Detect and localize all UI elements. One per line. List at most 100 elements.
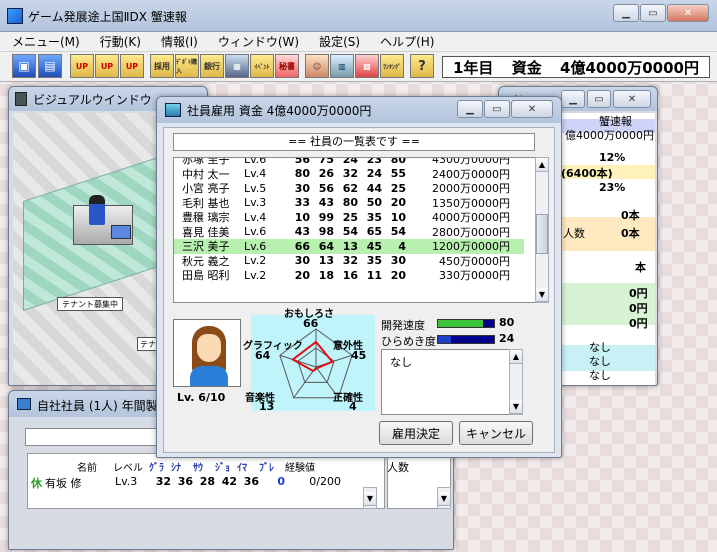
candidate-level-cell: Lv.6 <box>244 239 267 253</box>
toolbar-hire-icon[interactable]: 採用 <box>150 54 174 78</box>
right-info-count3: 本 <box>635 261 646 274</box>
hire-scroll-thumb[interactable] <box>536 214 548 254</box>
candidate-stat-d: 44 <box>366 181 382 195</box>
toolbar-help-icon[interactable]: ? <box>410 54 434 78</box>
radar-value-bottom-right: 4 <box>349 400 357 413</box>
toolbar-upgrade3-icon[interactable]: UP <box>120 54 144 78</box>
col-exp: 経験値 <box>285 463 315 474</box>
hire-scroll-down-icon[interactable]: ▼ <box>536 288 548 302</box>
toolbar-upgrade2-icon[interactable]: UP <box>95 54 119 78</box>
right-info-close-button[interactable]: ✕ <box>613 90 651 108</box>
notes-box[interactable]: なし <box>381 349 511 415</box>
portrait-face <box>197 334 221 362</box>
candidate-row[interactable]: 中村 太一 Lv.4 80 26 32 24 55 2400万0000円 <box>174 167 524 182</box>
main-maximize-button[interactable]: ▭ <box>640 4 666 22</box>
candidate-row[interactable]: 三沢 美子 Lv.6 66 64 13 45 4 1200万0000円 <box>174 239 524 254</box>
candidate-row[interactable]: 毛利 基也 Lv.3 33 43 80 50 20 1350万0000円 <box>174 196 524 211</box>
toolbar-bank-icon[interactable]: 銀行 <box>200 54 224 78</box>
office-person <box>89 195 105 225</box>
candidate-level-cell: Lv.6 <box>244 157 267 166</box>
hire-cancel-button[interactable]: キャンセル <box>459 421 533 445</box>
hire-rows: 赤塚 圭子 Lv.6 56 75 24 23 80 4300万0000円 中村 太一 Lv.4 80… <box>174 157 524 283</box>
menu-help[interactable]: ヘルプ(H) <box>370 32 444 52</box>
candidate-stat-b: 98 <box>318 225 334 239</box>
col-stat6: ﾌﾞﾚ <box>259 463 274 474</box>
right-info-yen2: 0円 <box>629 302 648 315</box>
notes-scroll-down-icon[interactable]: ▼ <box>510 400 522 414</box>
staff-rest-mark: 休 <box>31 477 42 490</box>
candidate-stat-d: 24 <box>366 167 382 181</box>
toolbar-computer-icon[interactable]: ▦ <box>225 54 249 78</box>
right-info-count-label: 人数 <box>563 227 585 240</box>
menu-settings[interactable]: 設定(S) <box>309 32 370 52</box>
candidate-row[interactable]: 豊穣 璃宗 Lv.4 10 99 25 35 10 4000万0000円 <box>174 210 524 225</box>
toolbar-upgrade1-icon[interactable]: UP <box>70 54 94 78</box>
col-stat3: ｻｳ <box>193 463 203 474</box>
hire-list-scrollbar[interactable]: ▲ ▼ <box>535 157 549 303</box>
radar-axis <box>279 354 317 368</box>
candidate-stat-b: 99 <box>318 210 334 224</box>
toolbar-depot-icon[interactable]: ﾃﾞﾎﾟﾄ購入 <box>175 54 199 78</box>
candidate-name: 田島 昭利 <box>182 269 230 283</box>
staff-side-scroll-down-icon[interactable]: ▼ <box>438 492 450 506</box>
candidate-stat-c: 16 <box>342 268 358 282</box>
toolbar-person-icon[interactable]: ☺ <box>305 54 329 78</box>
main-minimize-button[interactable]: ▁ <box>613 4 639 22</box>
dev-speed-value: 80 <box>499 316 515 329</box>
candidate-stat-c: 80 <box>342 196 358 210</box>
staff-name: 有坂 修 <box>45 477 82 490</box>
hire-maximize-button[interactable]: ▭ <box>484 100 510 118</box>
staff-side-scrollbar[interactable]: ▼ <box>437 487 451 509</box>
candidate-stat-b: 13 <box>318 254 334 268</box>
staff-scrollbar[interactable]: ▼ <box>363 487 377 509</box>
candidate-stat-d: 35 <box>366 254 382 268</box>
toolbar-load-icon[interactable]: ▤ <box>38 54 62 78</box>
app-title: ゲーム発展途上国ⅡDX 蟹速報 <box>28 9 187 24</box>
toolbar-event-icon[interactable]: ｲﾍﾞﾝﾄ <box>250 54 274 78</box>
staff-window-title: 自社社員 (1人) 年間製 <box>37 399 158 413</box>
candidate-stat-b: 64 <box>318 239 334 253</box>
staff-scroll-down-icon[interactable]: ▼ <box>364 492 376 506</box>
menu-main[interactable]: メニュー(M) <box>2 32 90 52</box>
candidate-row[interactable]: 喜見 佳美 Lv.6 43 98 54 65 54 2800万0000円 <box>174 225 524 240</box>
toolbar-ranking-icon[interactable]: ﾗﾝｷﾝｸﾞ <box>380 54 404 78</box>
col-stat4: ｼﾞｮ <box>215 463 230 474</box>
spark-label: ひらめき度 <box>381 335 436 348</box>
candidate-level-cell: Lv.3 <box>244 196 267 210</box>
right-info-yen1: 0円 <box>629 287 648 300</box>
hire-close-button[interactable]: ✕ <box>511 100 553 118</box>
toolbar-software-icon[interactable]: ▩ <box>355 54 379 78</box>
hire-confirm-button[interactable]: 雇用決定 <box>379 421 453 445</box>
menu-window[interactable]: ウィンドウ(W) <box>208 32 309 52</box>
candidate-stat-e: 55 <box>390 167 406 181</box>
notes-scroll-up-icon[interactable]: ▲ <box>510 350 522 364</box>
toolbar-save-icon[interactable]: ▣ <box>12 54 36 78</box>
menu-info[interactable]: 情報(I) <box>151 32 208 52</box>
right-info-maximize-button[interactable]: ▭ <box>587 90 611 108</box>
staff-v1: 32 <box>155 475 171 488</box>
notes-scrollbar[interactable]: ▲ ▼ <box>509 349 523 415</box>
office-pc <box>111 225 131 239</box>
toolbar-report-icon[interactable]: ▥ <box>330 54 354 78</box>
main-close-button[interactable]: ✕ <box>667 4 709 22</box>
right-info-minimize-button[interactable]: ▁ <box>561 90 585 108</box>
staff-window-icon <box>17 398 31 410</box>
radar-value-bottom-left: 13 <box>259 400 275 413</box>
hire-minimize-button[interactable]: ▁ <box>457 100 483 118</box>
candidate-level-cell: Lv.4 <box>244 210 267 224</box>
hire-scroll-up-icon[interactable]: ▲ <box>536 158 548 172</box>
staff-row[interactable]: 休 有坂 修 Lv.3 32 36 28 42 36 0 0/200 <box>31 475 341 491</box>
toolbar-secretary-icon[interactable]: 秘書 <box>275 54 299 78</box>
menu-action[interactable]: 行動(K) <box>90 32 151 52</box>
candidate-row[interactable]: 秋元 義之 Lv.2 30 13 32 35 30 450万0000円 <box>174 254 524 269</box>
spark-bar-fill <box>438 336 452 343</box>
right-info-count1: 0本 <box>621 209 640 222</box>
candidate-row[interactable]: 田島 昭利 Lv.2 20 18 16 11 20 330万0000円 <box>174 268 524 283</box>
col-name: 名前 <box>77 463 97 474</box>
candidate-stat-e: 10 <box>390 210 406 224</box>
candidate-stat-e: 80 <box>390 157 406 166</box>
hire-list-header: == 社員の一覧表です == <box>173 133 535 151</box>
staff-v2: 36 <box>177 475 193 488</box>
candidate-row[interactable]: 小宮 亮子 Lv.5 30 56 62 44 25 2000万0000円 <box>174 181 524 196</box>
radar-value-top-right: 45 <box>351 349 367 362</box>
